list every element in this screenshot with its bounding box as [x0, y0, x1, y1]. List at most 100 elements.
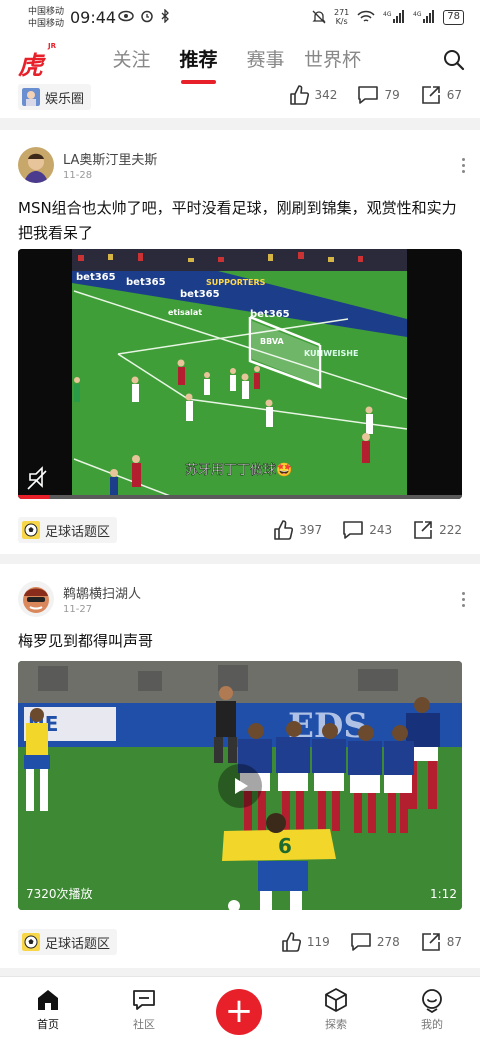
comment-icon [343, 521, 363, 539]
nav-profile[interactable]: 我的 [402, 987, 462, 1032]
topic-tag-football[interactable]: 足球话题区 [18, 517, 118, 543]
share-button[interactable]: 222 [412, 519, 462, 541]
comment-button[interactable]: 79 [357, 84, 400, 106]
carrier-info: 中国移动 中国移动 [28, 6, 64, 30]
create-post-button[interactable]: + [216, 989, 262, 1035]
feed-tabs: 关注 推荐 赛事 世界杯 [98, 36, 366, 84]
avatar[interactable] [18, 147, 54, 183]
bluetooth-icon [161, 9, 169, 23]
svg-text:SUPPORTERS: SUPPORTERS [206, 278, 266, 287]
share-button[interactable]: 67 [420, 84, 462, 106]
top-navigation: 虎扑 JR 关注 推荐 赛事 世界杯 [0, 36, 480, 116]
football-icon [22, 521, 40, 539]
explore-icon [325, 988, 347, 1012]
video-progress-bar[interactable] [18, 495, 50, 499]
like-button[interactable]: 342 [288, 84, 337, 106]
signal-icon-1: 4G [383, 10, 405, 23]
post-card[interactable]: 鹈鹕横扫湖人 11-27 梅罗见到都得叫声哥 NE EDS [0, 564, 480, 968]
tag-label: 足球话题区 [45, 936, 111, 952]
nav-label: 社区 [133, 1018, 155, 1031]
comment-icon [358, 86, 379, 104]
tag-label: 足球话题区 [45, 524, 111, 540]
like-button[interactable]: 397 [272, 519, 322, 541]
thumbs-up-icon [274, 520, 294, 540]
alarm-icon [141, 10, 153, 23]
post-actions: 397 243 222 [272, 519, 462, 541]
tag-label: 娱乐圈 [45, 91, 85, 107]
video-player[interactable]: bet365 bet365 bet365 bet365 SUPPORTERS e… [18, 249, 462, 499]
svg-text:bet365: bet365 [76, 272, 116, 283]
comment-count: 278 [376, 935, 400, 949]
battery-indicator: 78 [443, 9, 464, 25]
nav-label: 首页 [37, 1018, 59, 1031]
author-name[interactable]: LA奥斯汀里夫斯 [63, 149, 157, 168]
network-speed: 271 K/s [333, 8, 350, 26]
svg-text:6: 6 [278, 834, 292, 858]
football-icon [22, 933, 40, 951]
svg-text:4G: 4G [413, 11, 422, 18]
tab-recommended[interactable]: 推荐 [165, 36, 232, 84]
post-text[interactable]: 梅罗见到都得叫声哥 [18, 629, 466, 654]
status-bar: 中国移动 中国移动 09:44 271 K/s 4G 4G 78 [0, 0, 480, 36]
tab-world-cup[interactable]: 世界杯 [299, 36, 366, 84]
svg-text:etisalat: etisalat [168, 308, 202, 317]
svg-text:4G: 4G [383, 11, 392, 18]
svg-text:bet365: bet365 [180, 289, 220, 300]
wifi-icon [357, 10, 375, 22]
entertainment-icon [22, 88, 40, 106]
avatar[interactable] [18, 581, 54, 617]
logo-sub: JR [48, 42, 56, 50]
svg-text:bet365: bet365 [126, 277, 166, 288]
post-date: 11-28 [63, 170, 93, 181]
app-logo[interactable]: 虎扑 JR [18, 42, 60, 116]
author-name[interactable]: 鹈鹕横扫湖人 [63, 583, 141, 602]
share-count: 67 [446, 88, 462, 102]
comment-icon [351, 933, 371, 951]
post-actions: 119 278 87 [280, 931, 462, 953]
community-icon [133, 990, 155, 1010]
topic-tag-football[interactable]: 足球话题区 [18, 929, 118, 955]
video-player[interactable]: NE EDS 6 [18, 661, 462, 910]
like-button[interactable]: 119 [280, 931, 330, 953]
search-icon[interactable] [442, 48, 466, 72]
comment-button[interactable]: 243 [342, 519, 392, 541]
share-icon [421, 86, 440, 104]
video-frame: NE EDS 6 [18, 661, 462, 910]
share-icon [414, 521, 432, 539]
mute-icon [312, 10, 326, 24]
video-frame: bet365 bet365 bet365 bet365 SUPPORTERS e… [18, 249, 462, 499]
more-options-icon[interactable] [462, 592, 466, 608]
post-actions: 342 79 67 [288, 84, 462, 106]
nav-home[interactable]: 首页 [18, 987, 78, 1032]
post-card[interactable]: LA奥斯汀里夫斯 11-28 MSN组合也太帅了吧，平时没看足球，刚刷到锦集，观… [0, 130, 480, 554]
eye-icon [118, 10, 134, 22]
comment-button[interactable]: 278 [350, 931, 400, 953]
nav-explore[interactable]: 探索 [306, 987, 366, 1032]
tab-following[interactable]: 关注 [98, 36, 165, 84]
post-date: 11-27 [63, 604, 93, 615]
carrier-1: 中国移动 [28, 7, 65, 17]
carrier-2: 中国移动 [28, 19, 65, 29]
video-duration: 1:12 [430, 887, 457, 901]
nav-label: 我的 [421, 1018, 443, 1031]
nav-community[interactable]: 社区 [114, 987, 174, 1032]
status-time: 09:44 [70, 8, 117, 27]
more-options-icon[interactable] [462, 158, 466, 174]
post-text[interactable]: MSN组合也太帅了吧，平时没看足球，刚刷到锦集，观赏性和实力把我看呆了 [18, 196, 466, 246]
share-count: 222 [439, 523, 462, 537]
status-icons-right: 271 K/s 4G 4G 78 [312, 8, 464, 26]
tab-matches[interactable]: 赛事 [232, 36, 299, 84]
thumbs-up-icon [282, 932, 301, 952]
share-button[interactable]: 87 [420, 931, 462, 953]
thumbs-up-icon [289, 85, 309, 105]
previous-post-footer: 娱乐圈 342 79 67 [0, 84, 480, 118]
signal-icon-2: 4G [413, 10, 435, 23]
bottom-navigation: 首页 社区 + 探索 我的 [0, 976, 480, 1040]
like-count: 397 [299, 523, 323, 537]
video-caption: 苏牙用丁丁做球🤩 [185, 462, 292, 478]
home-icon [38, 990, 58, 1010]
nav-label: 探索 [325, 1018, 347, 1031]
topic-tag-entertainment[interactable]: 娱乐圈 [18, 84, 92, 110]
profile-icon [422, 989, 442, 1013]
like-count: 119 [306, 935, 330, 949]
